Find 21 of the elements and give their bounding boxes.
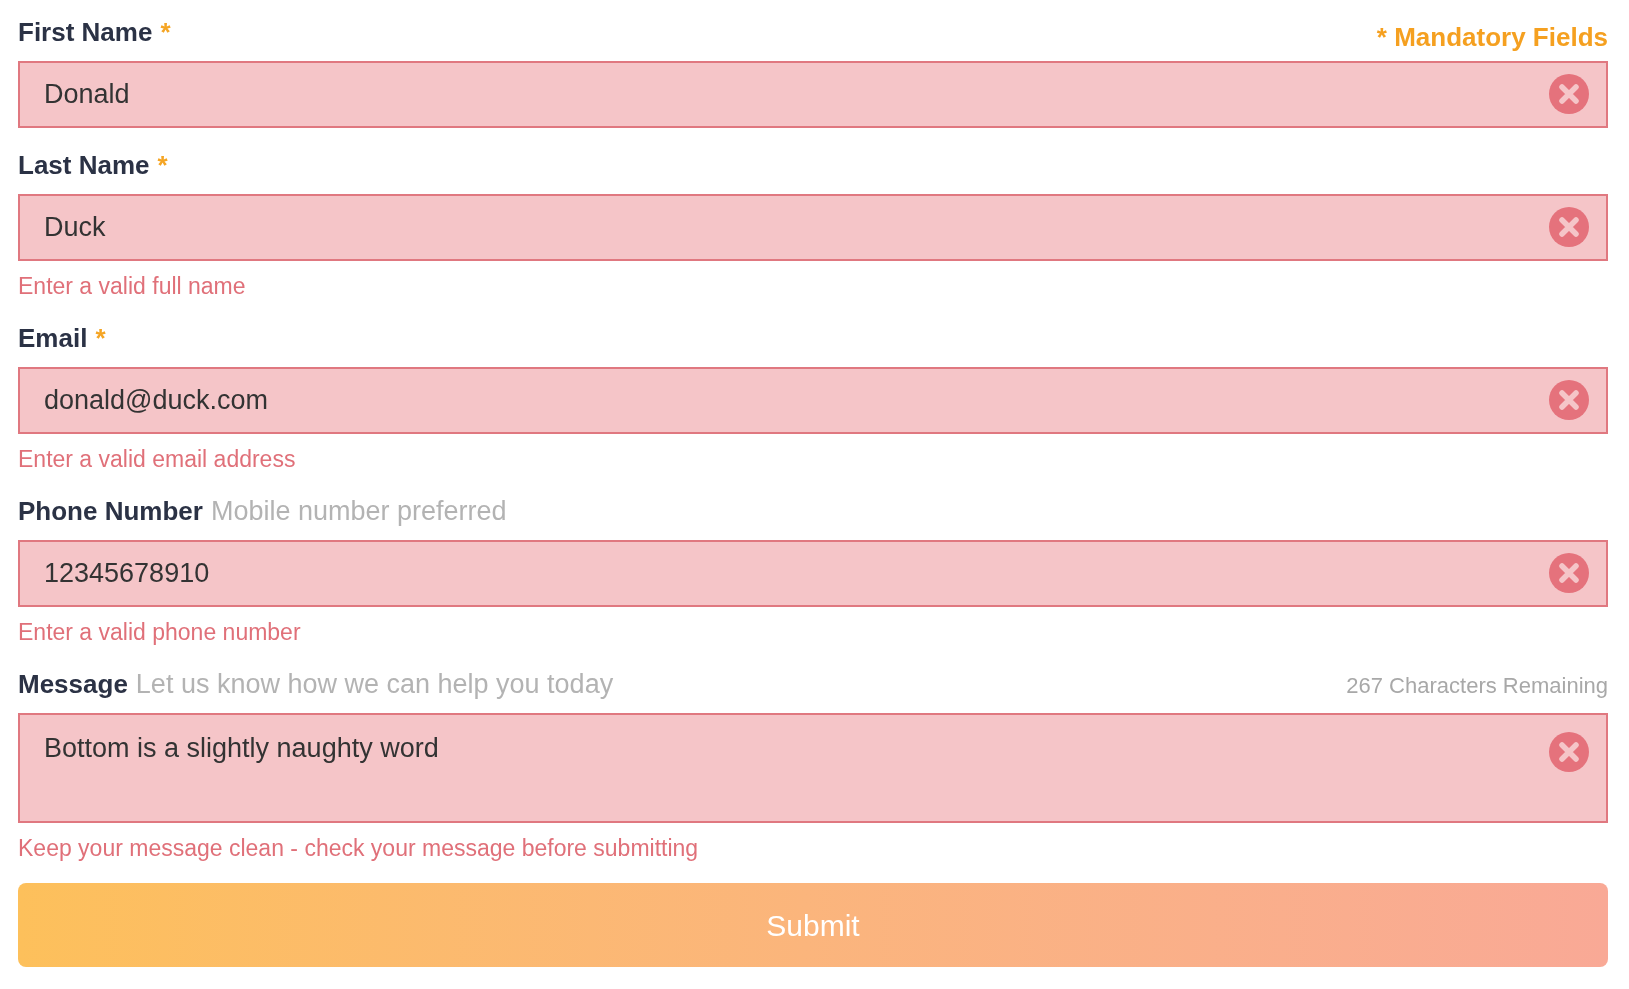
error-message: Enter a valid phone number <box>18 618 301 647</box>
field-label: First Name <box>18 17 153 47</box>
required-mark: * <box>95 323 106 353</box>
error-message: Keep your message clean - check your message before submitting <box>18 834 699 863</box>
text-input[interactable]: 12345678910 <box>18 540 1608 607</box>
error-message: Enter a valid full name <box>18 272 246 301</box>
field-label: Last Name <box>18 150 150 180</box>
character-counter: 267 Characters Remaining <box>1346 672 1608 700</box>
required-mark: * <box>157 150 168 180</box>
text-input[interactable]: Donald <box>18 61 1608 128</box>
message-textarea[interactable]: Bottom is a slightly naughty word <box>18 713 1608 823</box>
field-label: Email <box>18 323 88 353</box>
error-message: Enter a valid email address <box>18 445 296 474</box>
required-mark: * <box>160 17 171 47</box>
mandatory-note: * Mandatory Fields <box>1376 22 1608 52</box>
field-hint: Mobile number preferred <box>210 496 507 526</box>
field-label: Message <box>18 669 128 699</box>
text-input[interactable]: Duck <box>18 194 1608 261</box>
field-label: Phone Number <box>18 496 203 526</box>
field-hint: Let us know how we can help you today <box>135 669 614 699</box>
text-input[interactable]: donald@duck.com <box>18 367 1608 434</box>
